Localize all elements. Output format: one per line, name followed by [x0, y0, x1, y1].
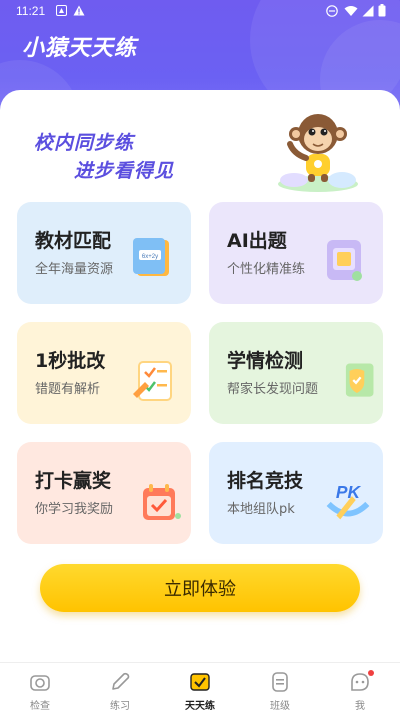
- signal-icon: [362, 5, 374, 17]
- wifi-icon: [344, 6, 358, 16]
- card-title: 打卡赢奖: [35, 470, 112, 492]
- pk-label: PK: [336, 482, 362, 502]
- card-title: 1秒批改: [35, 350, 106, 372]
- checkbook-icon: [190, 673, 210, 691]
- banner[interactable]: 校内同步练 进步看得见: [0, 90, 400, 200]
- card-ranking-pk[interactable]: 排名竞技 本地组队pk PK: [209, 442, 383, 544]
- card-learning-check[interactable]: 学情检测 帮家长发现问题: [209, 322, 383, 424]
- monkey-mascot-icon: [278, 114, 358, 192]
- card-textbook-match[interactable]: 教材匹配 全年海量资源 6x+2y: [17, 202, 191, 304]
- content-panel: 校内同步练 进步看得见 教材匹配 全年海量资源 6x+2y AI出题 个性化精准…: [0, 90, 400, 662]
- card-subtitle: 全年海量资源: [35, 262, 114, 277]
- class-icon: [272, 672, 288, 692]
- status-time: 11:21: [16, 4, 46, 18]
- app-title: 小猿天天练: [22, 36, 138, 61]
- tab-label: 我: [355, 701, 365, 712]
- card-instant-grading[interactable]: 1秒批改 错题有解析: [17, 322, 191, 424]
- card-title: 教材匹配: [35, 230, 112, 252]
- card-ai-questions[interactable]: AI出题 个性化精准练: [209, 202, 383, 304]
- ai-chip-icon: [327, 240, 362, 281]
- try-now-button[interactable]: 立即体验: [40, 564, 360, 612]
- tab-label: 检查: [30, 701, 50, 712]
- shield-check-icon: [345, 363, 374, 397]
- pencil-icon: [112, 672, 130, 690]
- card-title: 排名竞技: [227, 470, 304, 492]
- dnd-icon: [326, 5, 338, 17]
- banner-slogan-line2: 进步看得见: [74, 160, 175, 182]
- graded-paper-icon: [133, 361, 172, 401]
- tab-practice[interactable]: 练习: [80, 663, 160, 712]
- tab-me[interactable]: 我: [320, 663, 400, 712]
- book-formula: 6x+2y: [142, 254, 158, 260]
- bottom-tab-bar: 检查 练习 天天练 班级 我: [0, 662, 400, 712]
- tab-class[interactable]: 班级: [240, 663, 320, 712]
- warning-icon: [73, 5, 85, 16]
- calendar-check-icon: [143, 484, 181, 520]
- card-title: AI出题: [227, 230, 287, 252]
- tab-label: 天天练: [185, 701, 215, 712]
- banner-slogan-line1: 校内同步练: [34, 132, 135, 154]
- tab-label: 班级: [270, 701, 290, 712]
- card-subtitle: 错题有解析: [35, 382, 101, 397]
- card-subtitle: 本地组队pk: [227, 502, 295, 517]
- camera-icon: [30, 675, 50, 691]
- card-subtitle: 你学习我奖励: [35, 502, 114, 517]
- notification-badge: [368, 670, 374, 676]
- tab-check[interactable]: 检查: [0, 663, 80, 712]
- status-bar: 11:21: [0, 0, 400, 22]
- battery-icon: [378, 4, 386, 17]
- card-title: 学情检测: [227, 350, 304, 372]
- tab-daily-practice[interactable]: 天天练: [160, 663, 240, 712]
- card-subtitle: 帮家长发现问题: [227, 382, 319, 397]
- card-checkin-rewards[interactable]: 打卡赢奖 你学习我奖励: [17, 442, 191, 544]
- tab-label: 练习: [110, 701, 130, 712]
- pk-badge-icon: PK: [326, 482, 370, 520]
- notification-icon: [56, 5, 67, 16]
- card-subtitle: 个性化精准练: [227, 262, 306, 277]
- book-icon: 6x+2y: [133, 238, 169, 276]
